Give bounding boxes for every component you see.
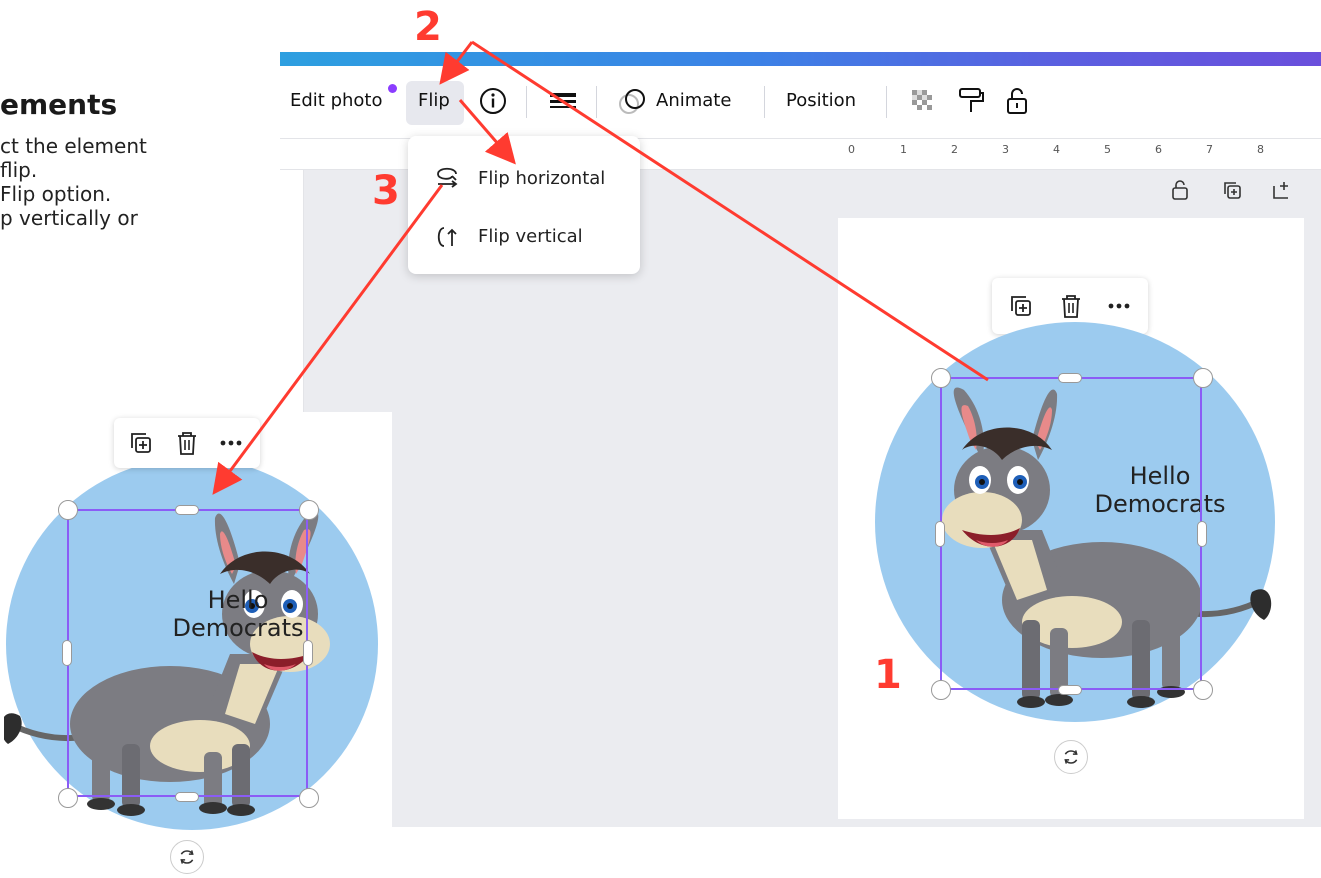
flipped-element-toolbar: [114, 418, 260, 468]
info-icon[interactable]: [476, 84, 510, 118]
duplicate-icon[interactable]: [1006, 291, 1036, 321]
page-lock-icon[interactable]: [1168, 178, 1192, 202]
resize-handle-bottom-left[interactable]: [58, 788, 78, 808]
toolbar-divider: [596, 86, 597, 118]
trash-icon[interactable]: [172, 428, 202, 458]
resize-handle-left[interactable]: [62, 640, 72, 666]
duplicate-icon[interactable]: [126, 428, 156, 458]
flip-horizontal-option[interactable]: Flip horizontal: [408, 150, 640, 206]
resize-handle-top-right[interactable]: [299, 500, 319, 520]
ruler-mark: 0: [848, 143, 855, 156]
ruler-mark: 5: [1104, 143, 1111, 156]
flip-vertical-option[interactable]: Flip vertical: [408, 208, 640, 264]
resize-handle-bottom[interactable]: [175, 792, 199, 802]
resize-handle-top-left[interactable]: [931, 368, 951, 388]
trash-icon[interactable]: [1056, 291, 1086, 321]
position-button[interactable]: Position: [786, 90, 856, 111]
flip-menu: Flip horizontal Flip vertical: [408, 136, 640, 274]
more-options-icon[interactable]: [1104, 291, 1134, 321]
lock-icon[interactable]: [1000, 84, 1034, 118]
step-number-1: 1: [874, 652, 902, 698]
edit-photo-button[interactable]: Edit photo: [290, 90, 383, 111]
more-options-icon[interactable]: [216, 428, 246, 458]
ruler-mark: 4: [1053, 143, 1060, 156]
add-page-icon[interactable]: [1270, 178, 1294, 202]
resize-handle-right[interactable]: [303, 640, 313, 666]
ruler-mark: 7: [1206, 143, 1213, 156]
instruction-line-4: p vertically or: [0, 206, 138, 230]
flip-vertical-icon: [437, 227, 457, 247]
animate-icon[interactable]: [616, 84, 650, 118]
resize-handle-right[interactable]: [1197, 521, 1207, 547]
ruler-mark: 1: [900, 143, 907, 156]
toolbar-divider: [526, 86, 527, 118]
flip-horizontal-label: Flip horizontal: [478, 168, 606, 189]
instructions-title: ements: [0, 88, 118, 121]
toolbar-divider: [886, 86, 887, 118]
flip-button[interactable]: Flip: [418, 90, 450, 111]
rotate-icon[interactable]: [1054, 740, 1088, 774]
ruler-mark: 8: [1257, 143, 1264, 156]
instruction-line-3: Flip option.: [0, 182, 112, 206]
resize-handle-top-right[interactable]: [1193, 368, 1213, 388]
resize-handle-bottom-left[interactable]: [931, 680, 951, 700]
resize-handle-bottom-right[interactable]: [1193, 680, 1213, 700]
instruction-line-2: flip.: [0, 158, 38, 182]
ruler-mark: 2: [951, 143, 958, 156]
transparency-icon[interactable]: [906, 84, 940, 118]
animate-button[interactable]: Animate: [656, 90, 731, 111]
resize-handle-bottom[interactable]: [1058, 685, 1082, 695]
flip-horizontal-icon: [437, 167, 458, 188]
border-style-icon[interactable]: [546, 84, 580, 118]
new-feature-dot: [388, 84, 397, 93]
step-number-3: 3: [372, 168, 400, 214]
resize-handle-top[interactable]: [175, 505, 199, 515]
page-duplicate-icon[interactable]: [1220, 178, 1244, 202]
instruction-line-1: ct the element: [0, 134, 147, 158]
step-number-2: 2: [414, 4, 442, 50]
resize-handle-bottom-right[interactable]: [299, 788, 319, 808]
context-toolbar: Edit photo Flip Animate Position: [280, 66, 1321, 138]
flipped-selection-box[interactable]: [67, 509, 308, 797]
ruler-mark: 6: [1155, 143, 1162, 156]
resize-handle-left[interactable]: [935, 521, 945, 547]
flip-vertical-label: Flip vertical: [478, 226, 583, 247]
toolbar-divider: [764, 86, 765, 118]
rotate-icon[interactable]: [170, 840, 204, 874]
paint-roller-icon[interactable]: [954, 84, 988, 118]
selection-box[interactable]: [940, 377, 1202, 690]
header-gradient-bar: [280, 52, 1321, 66]
ruler-mark: 3: [1002, 143, 1009, 156]
resize-handle-top[interactable]: [1058, 373, 1082, 383]
resize-handle-top-left[interactable]: [58, 500, 78, 520]
